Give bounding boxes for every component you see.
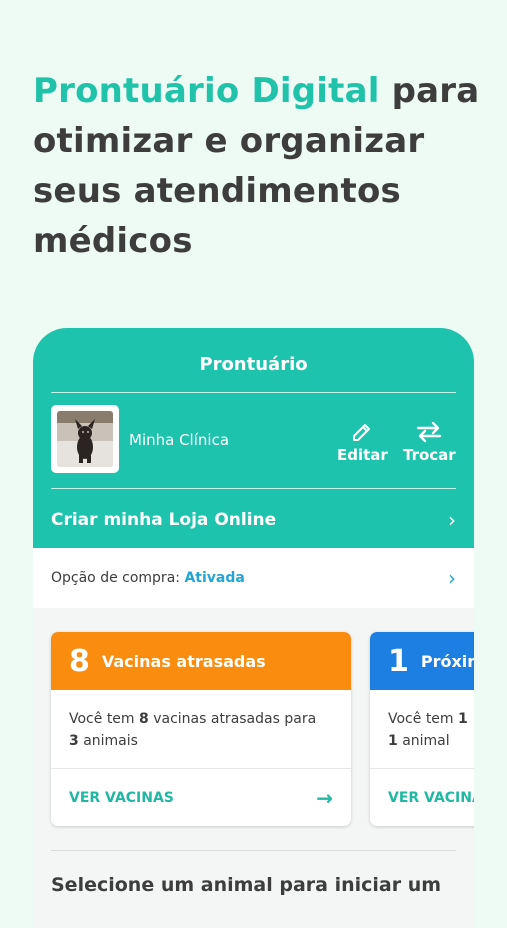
- swap-button[interactable]: Trocar: [403, 420, 456, 464]
- card-title: Próxim: [420, 651, 474, 671]
- card-header: 1 Próxim: [370, 632, 474, 690]
- arrow-right-icon: →: [316, 786, 333, 810]
- card-text-bold: 8: [139, 711, 149, 727]
- app-header: Prontuário Minha Clínica Editar Trocar C…: [33, 328, 474, 548]
- headline-accent: Prontuário Digital: [33, 71, 380, 111]
- view-vaccines-link[interactable]: VER VACINA: [370, 769, 474, 826]
- card-body: Você tem 8 vacinas atrasadas para 3 anima…: [51, 690, 351, 769]
- purchase-option-row[interactable]: Opção de compra: Ativada ›: [33, 548, 474, 608]
- card-count: 8: [69, 643, 90, 679]
- chevron-right-icon: ›: [448, 566, 456, 590]
- create-store-row[interactable]: Criar minha Loja Online ›: [51, 508, 456, 532]
- card-text: vacinas atrasadas para: [148, 711, 317, 727]
- header-divider: [51, 392, 456, 393]
- link-label: VER VACINAS: [69, 790, 174, 806]
- chevron-right-icon: ›: [448, 508, 456, 532]
- card-text: animais: [78, 733, 138, 749]
- card-text-bold: 1: [388, 733, 398, 749]
- select-animal-prompt: Selecione um animal para iniciar um: [51, 874, 442, 896]
- edit-button[interactable]: Editar: [337, 420, 388, 464]
- card-text: animal: [397, 733, 450, 749]
- upcoming-vaccines-card: 1 Próxim Você tem 1 1 animal VER VACINA: [370, 632, 474, 826]
- card-text-bold: 1: [458, 711, 468, 727]
- card-title: Vacinas atrasadas: [101, 651, 266, 671]
- purchase-label: Opção de compra:: [51, 570, 185, 586]
- pencil-icon: [337, 420, 388, 446]
- clinic-name: Minha Clínica: [129, 431, 230, 449]
- overdue-vaccines-card: 8 Vacinas atrasadas Você tem 8 vacinas a…: [51, 632, 351, 826]
- create-store-label: Criar minha Loja Online: [51, 510, 277, 530]
- headline: Prontuário Digital para otimizar e organ…: [33, 66, 483, 266]
- card-text-bold: 3: [69, 733, 79, 749]
- card-body: Você tem 1 1 animal: [370, 690, 474, 769]
- card-header: 8 Vacinas atrasadas: [51, 632, 351, 690]
- purchase-text: Opção de compra: Ativada: [51, 570, 245, 586]
- vaccine-cards: 8 Vacinas atrasadas Você tem 8 vacinas a…: [51, 632, 474, 827]
- card-text: Você tem: [69, 711, 140, 727]
- swap-arrows-icon: [403, 420, 456, 446]
- edit-label: Editar: [337, 446, 388, 464]
- link-label: VER VACINA: [388, 790, 474, 806]
- section-divider: [51, 850, 456, 851]
- card-count: 1: [388, 643, 409, 679]
- app-mockup: Prontuário Minha Clínica Editar Trocar C…: [33, 328, 474, 928]
- view-vaccines-link[interactable]: VER VACINAS →: [51, 769, 351, 826]
- dog-photo: [57, 411, 113, 467]
- clinic-avatar[interactable]: [51, 405, 119, 473]
- page-title: Prontuário: [199, 354, 308, 375]
- purchase-status: Ativada: [184, 570, 245, 586]
- card-text: Você tem: [388, 711, 459, 727]
- swap-label: Trocar: [403, 446, 456, 464]
- header-divider-2: [51, 488, 456, 489]
